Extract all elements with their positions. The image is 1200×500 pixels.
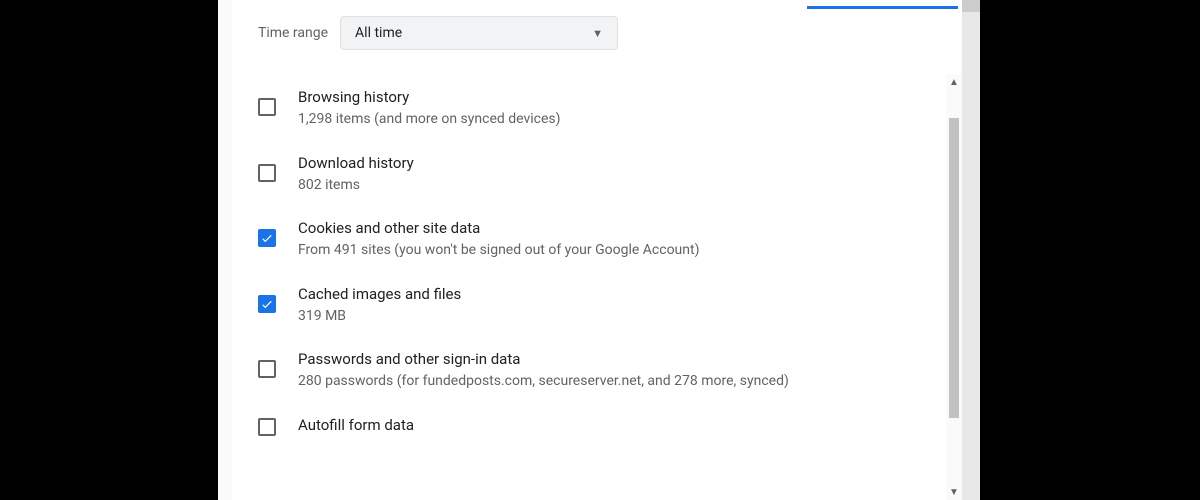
option-cookies[interactable]: Cookies and other site data From 491 sit… [258,207,922,273]
checkbox-cached-images[interactable] [258,295,276,313]
option-subtitle: 319 MB [298,307,922,327]
option-title: Download history [298,154,922,172]
option-subtitle: 1,298 items (and more on synced devices) [298,110,922,130]
option-cached-images[interactable]: Cached images and files 319 MB [258,273,922,339]
clear-browsing-data-dialog: Time range All time ▼ Browsing history 1… [232,0,962,500]
option-title: Cached images and files [298,285,922,303]
checkbox-autofill[interactable] [258,418,276,436]
advanced-tab-indicator [807,6,958,9]
option-text: Autofill form data [298,416,922,438]
option-subtitle: 280 passwords (for fundedposts.com, secu… [298,372,922,392]
option-subtitle: From 491 sites (you won't be signed out … [298,241,922,261]
time-range-selected-value: All time [355,25,402,41]
time-range-dropdown[interactable]: All time ▼ [340,16,618,50]
check-icon [260,297,274,311]
background-page-left [218,0,232,500]
background-page-right [962,0,980,500]
option-title: Autofill form data [298,416,922,434]
option-passwords[interactable]: Passwords and other sign-in data 280 pas… [258,338,922,404]
option-download-history[interactable]: Download history 802 items [258,142,922,208]
scrollbar-thumb[interactable] [949,118,959,418]
option-text: Download history 802 items [298,154,922,196]
option-title: Browsing history [298,88,922,106]
check-icon [260,231,274,245]
scrollbar-down-arrow-icon[interactable]: ▼ [946,484,962,500]
checkbox-browsing-history[interactable] [258,98,276,116]
checkbox-passwords[interactable] [258,360,276,378]
scrollbar-up-arrow-icon[interactable]: ▲ [946,74,962,90]
option-subtitle: 802 items [298,176,922,196]
time-range-row: Time range All time ▼ [232,0,962,60]
option-autofill[interactable]: Autofill form data [258,404,922,438]
option-browsing-history[interactable]: Browsing history 1,298 items (and more o… [258,76,922,142]
option-text: Cached images and files 319 MB [298,285,922,327]
option-title: Cookies and other site data [298,219,922,237]
scrollbar-track[interactable]: ▲ ▼ [946,74,962,500]
option-text: Passwords and other sign-in data 280 pas… [298,350,922,392]
time-range-label: Time range [258,25,328,41]
options-scroll-area: Browsing history 1,298 items (and more o… [232,60,962,500]
checkbox-cookies[interactable] [258,229,276,247]
background-page-right-top [962,0,980,12]
checkbox-download-history[interactable] [258,164,276,182]
option-title: Passwords and other sign-in data [298,350,922,368]
dropdown-caret-icon: ▼ [592,27,603,40]
option-text: Browsing history 1,298 items (and more o… [298,88,922,130]
option-text: Cookies and other site data From 491 sit… [298,219,922,261]
